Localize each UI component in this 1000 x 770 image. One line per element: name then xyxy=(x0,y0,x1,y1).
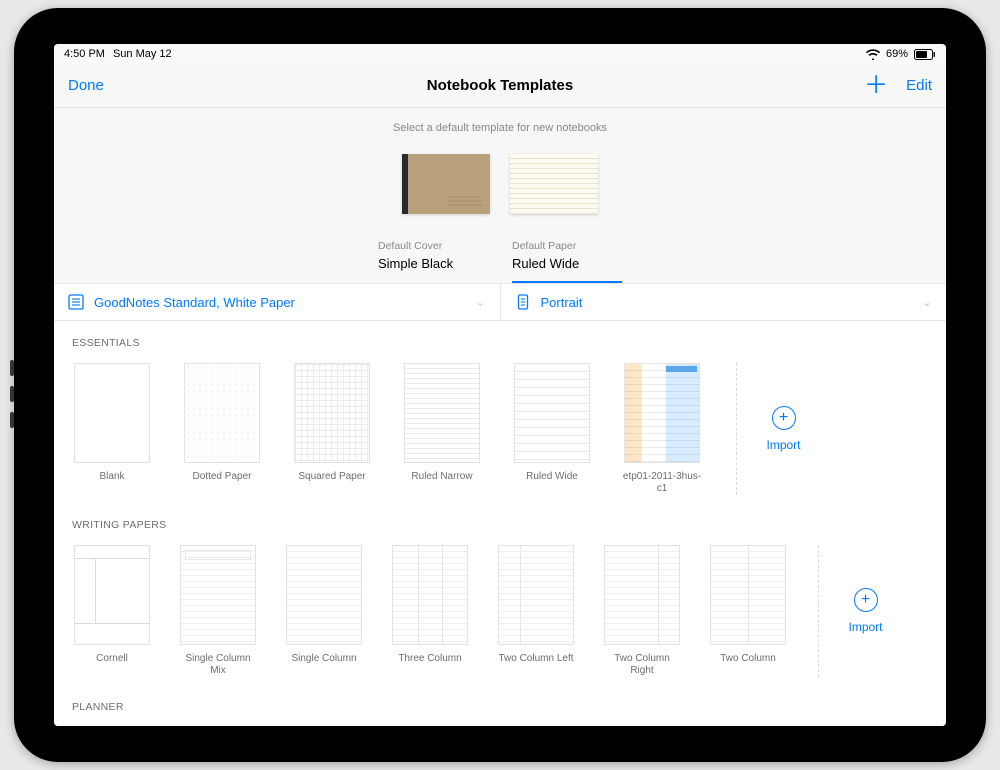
done-button[interactable]: Done xyxy=(68,77,104,94)
page-title: Notebook Templates xyxy=(54,77,946,94)
tab-cover-value: Simple Black xyxy=(378,256,488,271)
template-label: etp01-2011-3hus-c1 xyxy=(622,471,702,495)
template-label: Two Column xyxy=(720,653,776,665)
template-squared-paper[interactable]: Squared Paper xyxy=(292,363,372,483)
template-thumb xyxy=(604,545,680,645)
plus-circle-icon: + xyxy=(854,588,878,612)
status-time: 4:50 PM xyxy=(64,48,105,60)
import-label: Import xyxy=(766,438,800,452)
template-two-column-left[interactable]: Two Column Left xyxy=(496,545,576,665)
add-button[interactable]: ＋ xyxy=(864,74,888,98)
template-thumb xyxy=(74,363,150,463)
paper-style-icon xyxy=(68,294,84,310)
writing-grid: Cornell Single Column Mix Single Column … xyxy=(54,537,946,685)
tab-paper-value: Ruled Wide xyxy=(512,256,622,271)
preview-subtitle: Select a default template for new notebo… xyxy=(54,122,946,134)
section-header-essentials: ESSENTIALS xyxy=(54,321,946,355)
orientation-icon xyxy=(515,294,531,310)
template-three-column[interactable]: Three Column xyxy=(390,545,470,665)
template-thumb xyxy=(184,363,260,463)
template-label: Two Column Left xyxy=(498,653,573,665)
battery-percent: 69% xyxy=(886,48,908,60)
template-thumb xyxy=(180,545,256,645)
template-label: Blank xyxy=(99,471,124,483)
template-cornell[interactable]: Cornell xyxy=(72,545,152,665)
template-label: Ruled Narrow xyxy=(411,471,472,483)
tab-default-paper[interactable]: Default Paper Ruled Wide xyxy=(512,240,622,283)
navbar: Done Notebook Templates ＋ Edit xyxy=(54,64,946,108)
battery-icon xyxy=(914,49,936,60)
import-label: Import xyxy=(848,620,882,634)
template-ruled-wide[interactable]: Ruled Wide xyxy=(512,363,592,483)
status-bar: 4:50 PM Sun May 12 69% xyxy=(54,44,946,64)
status-date: Sun May 12 xyxy=(113,48,172,60)
tab-paper-caption: Default Paper xyxy=(512,240,622,252)
tab-default-cover[interactable]: Default Cover Simple Black xyxy=(378,240,488,283)
default-cover-thumbnail[interactable] xyxy=(402,154,490,214)
chevron-down-icon: ⌄ xyxy=(475,295,485,309)
template-single-column-mix[interactable]: Single Column Mix xyxy=(178,545,258,677)
template-label: Squared Paper xyxy=(298,471,365,483)
orientation-selector[interactable]: Portrait ⌄ xyxy=(501,284,947,320)
template-thumb xyxy=(404,363,480,463)
template-dotted-paper[interactable]: Dotted Paper xyxy=(182,363,262,483)
template-label: Cornell xyxy=(96,653,128,665)
essentials-grid: Blank Dotted Paper Squared Paper Ruled N… xyxy=(54,355,946,503)
paper-style-selector[interactable]: GoodNotes Standard, White Paper ⌄ xyxy=(54,284,501,320)
import-essentials-button[interactable]: + Import xyxy=(736,363,808,495)
template-label: Dotted Paper xyxy=(193,471,252,483)
default-paper-thumbnail[interactable] xyxy=(510,154,598,214)
template-custom[interactable]: etp01-2011-3hus-c1 xyxy=(622,363,702,495)
template-thumb xyxy=(710,545,786,645)
paper-style-value: GoodNotes Standard, White Paper xyxy=(94,295,465,310)
template-thumb xyxy=(286,545,362,645)
template-two-column[interactable]: Two Column xyxy=(708,545,788,665)
template-label: Ruled Wide xyxy=(526,471,578,483)
template-two-column-right[interactable]: Two Column Right xyxy=(602,545,682,677)
template-ruled-narrow[interactable]: Ruled Narrow xyxy=(402,363,482,483)
template-thumb xyxy=(74,545,150,645)
wifi-icon xyxy=(866,49,880,60)
section-header-writing: WRITING PAPERS xyxy=(54,503,946,537)
chevron-down-icon: ⌄ xyxy=(922,295,932,309)
template-thumb xyxy=(514,363,590,463)
section-header-planner: PLANNER xyxy=(54,685,946,719)
template-label: Single Column xyxy=(291,653,356,665)
template-thumb xyxy=(294,363,370,463)
template-thumb xyxy=(392,545,468,645)
template-thumb xyxy=(498,545,574,645)
template-label: Three Column xyxy=(398,653,461,665)
edit-button[interactable]: Edit xyxy=(906,77,932,94)
plus-circle-icon: + xyxy=(772,406,796,430)
template-blank[interactable]: Blank xyxy=(72,363,152,483)
template-label: Single Column Mix xyxy=(178,653,258,677)
preview-area: Select a default template for new notebo… xyxy=(54,108,946,284)
orientation-value: Portrait xyxy=(541,295,912,310)
template-single-column[interactable]: Single Column xyxy=(284,545,364,665)
template-label: Two Column Right xyxy=(602,653,682,677)
tab-cover-caption: Default Cover xyxy=(378,240,488,252)
import-writing-button[interactable]: + Import xyxy=(818,545,890,677)
template-thumb xyxy=(624,363,700,463)
